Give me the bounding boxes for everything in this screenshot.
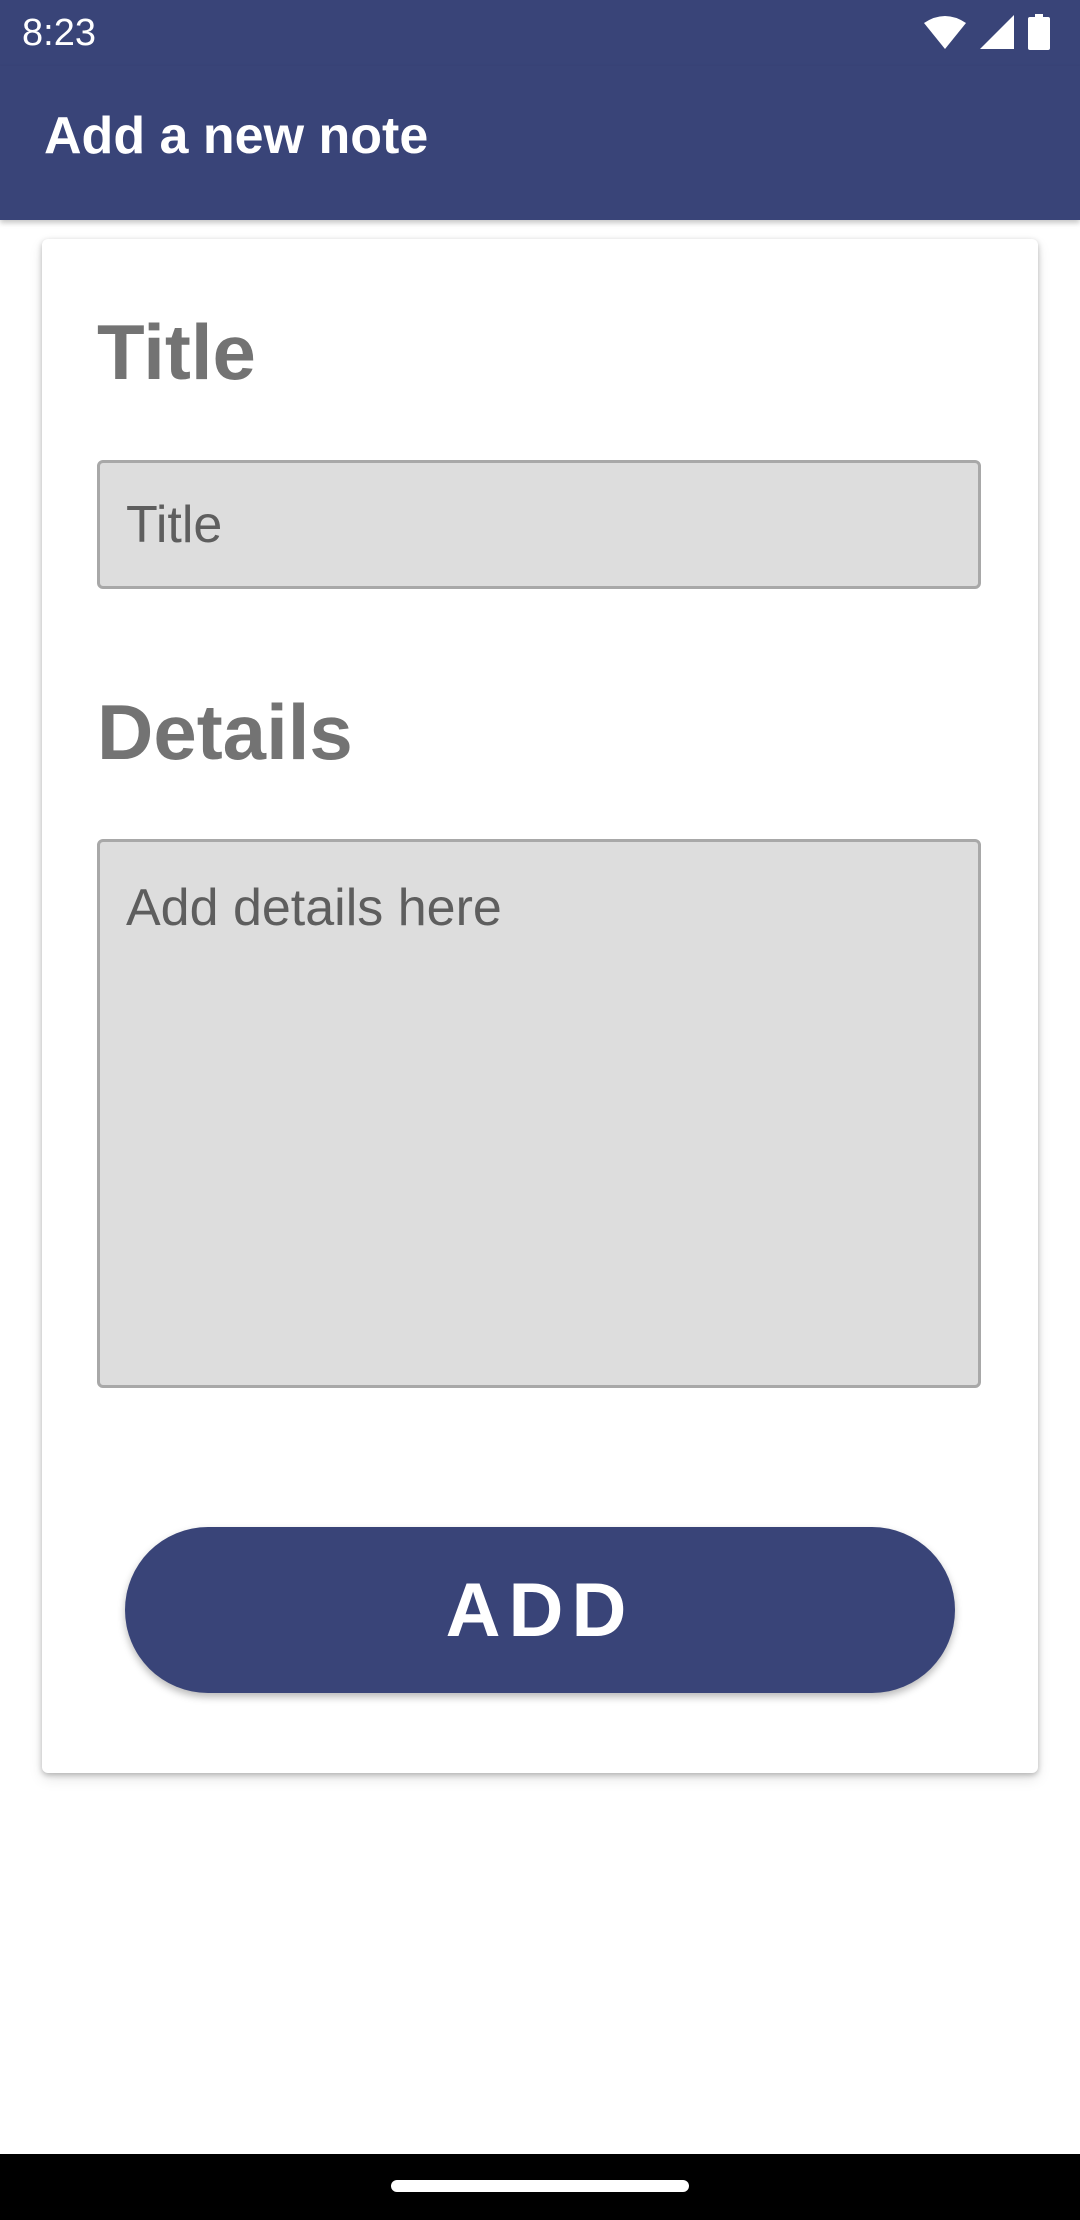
status-icons bbox=[924, 13, 1050, 55]
title-heading: Title bbox=[97, 308, 256, 396]
details-heading: Details bbox=[97, 688, 353, 776]
title-input[interactable] bbox=[97, 460, 981, 589]
wifi-icon bbox=[924, 15, 966, 54]
battery-icon bbox=[1028, 13, 1050, 55]
cellular-signal-icon bbox=[980, 14, 1014, 54]
app-title: Add a new note bbox=[44, 107, 429, 165]
add-note-card: Title Details ADD bbox=[42, 239, 1038, 1773]
home-gesture-handle[interactable] bbox=[391, 2180, 689, 2192]
screen: 8:23 Add a new note Title Title Details … bbox=[0, 0, 1080, 2220]
add-button[interactable]: ADD bbox=[125, 1527, 955, 1693]
status-time: 8:23 bbox=[22, 12, 96, 54]
details-textarea[interactable] bbox=[97, 839, 981, 1388]
status-bar: 8:23 bbox=[0, 0, 1080, 66]
navigation-bar bbox=[0, 2154, 1080, 2220]
app-bar: Add a new note bbox=[0, 66, 1080, 220]
